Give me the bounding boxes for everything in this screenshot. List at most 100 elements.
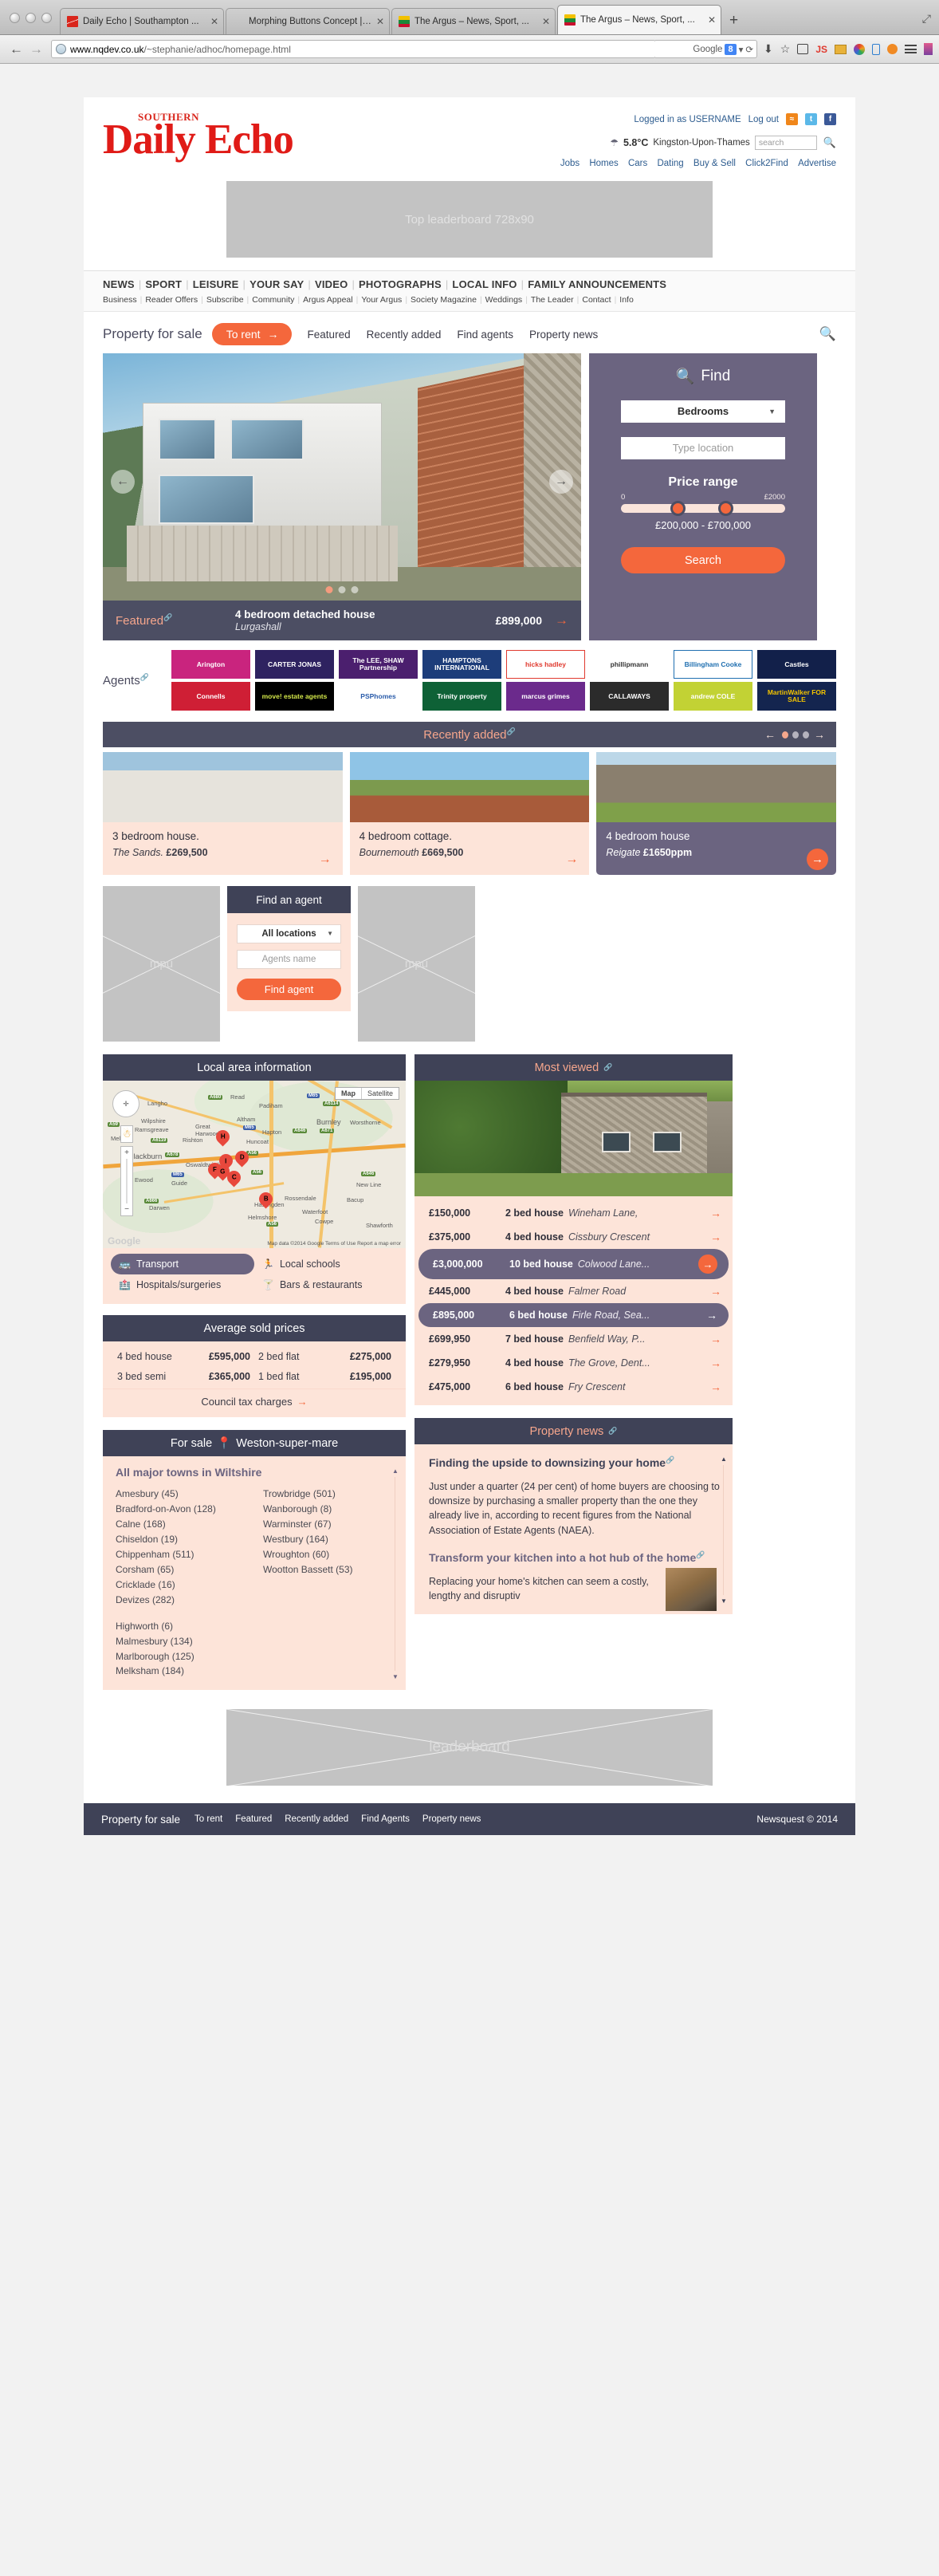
property-card[interactable]: 3 bedroom house. The Sands. £269,500 → [103, 752, 343, 875]
town-link[interactable]: Cricklade (16) [116, 1578, 246, 1593]
quicklink-click2find[interactable]: Click2Find [745, 159, 788, 168]
reload-icon[interactable]: ⟳ [745, 44, 753, 55]
footer-link-recently-added[interactable]: Recently added [285, 1814, 348, 1824]
local-area-tab-schools[interactable]: 🏃 Local schools [254, 1254, 398, 1274]
nav-sport[interactable]: SPORT [145, 278, 182, 290]
search-icon[interactable]: 🔍 [819, 326, 836, 342]
subnav-community[interactable]: Community [252, 295, 294, 305]
scroll-down-icon[interactable]: ▼ [720, 1597, 728, 1605]
footer-link-to-rent[interactable]: To rent [194, 1814, 222, 1824]
agent-logo[interactable]: CALLAWAYS [590, 682, 669, 711]
close-tab-icon[interactable]: ✕ [708, 15, 716, 25]
featured-property-caption[interactable]: Featured🔗 4 bedroom detached house Lurga… [103, 601, 581, 640]
quicklink-buysell[interactable]: Buy & Sell [693, 159, 736, 168]
news-article-1-title[interactable]: Finding the upside to downsizing your ho… [429, 1455, 720, 1470]
footer-link-property-news[interactable]: Property news [422, 1814, 481, 1824]
forward-button[interactable]: → [26, 41, 46, 57]
property-card-highlighted[interactable]: 4 bedroom house Reigate £1650ppm → [596, 752, 837, 875]
subnav-your-argus[interactable]: Your Argus [361, 295, 402, 305]
browser-tab-2[interactable]: Morphing Buttons Concept | D... ✕ [226, 8, 390, 34]
most-viewed-image[interactable] [414, 1081, 733, 1196]
bottom-leaderboard-ad[interactable]: leaderboard [226, 1709, 713, 1786]
new-tab-button[interactable]: + [723, 12, 746, 34]
bedrooms-select[interactable]: Bedrooms ▼ [621, 400, 785, 423]
footer-title[interactable]: Property for sale [101, 1814, 180, 1826]
agent-logo[interactable]: move! estate agents [255, 682, 334, 711]
town-link[interactable]: Malmesbury (134) [116, 1634, 246, 1649]
nav-family-announcements[interactable]: FAMILY ANNOUNCEMENTS [528, 278, 666, 290]
agent-logo[interactable]: Connells [171, 682, 250, 711]
mpu-ad-left[interactable]: mpu [103, 886, 220, 1042]
subnav-argus-appeal[interactable]: Argus Appeal [303, 295, 352, 305]
reader-icon[interactable] [797, 44, 809, 54]
carousel-dot-2[interactable] [338, 586, 346, 593]
agent-logo[interactable]: MartinWalker FOR SALE [757, 682, 836, 711]
subnav-contact[interactable]: Contact [582, 295, 611, 305]
towns-scrollbar[interactable]: ▲ ▼ [391, 1467, 399, 1680]
masthead[interactable]: SOUTHERN Daily Echo [103, 112, 533, 168]
news-article-2-title[interactable]: Transform your kitchen into a hot hub of… [429, 1550, 720, 1565]
most-viewed-item[interactable]: £475,000 6 bed house Fry Crescent → [414, 1375, 733, 1399]
arrow-right-icon[interactable]: → [710, 1381, 721, 1393]
map-type-satellite[interactable]: Satellite [362, 1088, 399, 1099]
most-viewed-item[interactable]: £445,000 4 bed house Falmer Road → [414, 1279, 733, 1303]
town-link[interactable]: Melksham (184) [116, 1664, 246, 1679]
footer-link-featured[interactable]: Featured [235, 1814, 272, 1824]
subnav-business[interactable]: Business [103, 295, 137, 305]
nav-your-say[interactable]: YOUR SAY [249, 278, 304, 290]
most-viewed-item[interactable]: £375,000 4 bed house Cissbury Crescent → [414, 1225, 733, 1249]
town-link[interactable]: Marlborough (125) [116, 1649, 246, 1664]
arrow-right-icon[interactable]: → [706, 1309, 717, 1321]
slider-knob-max[interactable] [718, 501, 733, 516]
news-scrollbar[interactable]: ▲ ▼ [720, 1455, 728, 1605]
agent-logo[interactable]: Billingham Cooke [674, 650, 752, 679]
arrow-right-icon[interactable]: → [710, 1207, 721, 1219]
footer-link-find-agents[interactable]: Find Agents [361, 1814, 410, 1824]
most-viewed-item[interactable]: £150,000 2 bed house Wineham Lane, → [414, 1201, 733, 1225]
map-type-control[interactable]: Map Satellite [334, 1087, 399, 1100]
pink-extension-icon[interactable] [924, 43, 933, 55]
site-search-input[interactable]: search [754, 136, 817, 150]
arrow-right-circle-icon[interactable]: → [698, 1255, 717, 1274]
close-tab-icon[interactable]: ✕ [542, 17, 550, 26]
scroll-down-icon[interactable]: ▼ [391, 1673, 399, 1680]
maximize-window-button[interactable] [41, 13, 52, 23]
town-link[interactable]: Wanborough (8) [263, 1502, 393, 1517]
scrollbar-track[interactable] [723, 1465, 724, 1596]
property-card[interactable]: 4 bedroom cottage. Bournemouth £669,500 … [349, 752, 590, 875]
scroll-up-icon[interactable]: ▲ [391, 1467, 399, 1475]
javascript-icon[interactable]: JS [815, 44, 827, 55]
agent-logo[interactable]: andrew COLE [674, 682, 752, 711]
agent-logo[interactable]: The LEE, SHAW Partnership [339, 650, 418, 679]
carousel-prev-button[interactable]: ← [111, 470, 135, 494]
agent-logo[interactable]: hicks hadley [506, 650, 585, 679]
search-icon[interactable]: 🔍 [823, 136, 836, 149]
subnav-reader-offers[interactable]: Reader Offers [145, 295, 198, 305]
orange-extension-icon[interactable] [887, 44, 898, 54]
slider-track[interactable] [621, 501, 785, 516]
carousel-dot-1[interactable] [325, 586, 333, 593]
featured-go-arrow-icon[interactable]: → [555, 612, 568, 628]
most-viewed-item-highlighted[interactable]: £895,000 6 bed house Firle Road, Sea... … [418, 1303, 729, 1327]
facebook-icon[interactable]: f [824, 113, 836, 125]
browser-tab-4-active[interactable]: The Argus – News, Sport, ... ✕ [557, 5, 721, 34]
restore-window-icon[interactable]: ⤢ [922, 12, 931, 26]
map-type-map[interactable]: Map [336, 1088, 362, 1099]
close-tab-icon[interactable]: ✕ [376, 17, 384, 26]
dot-1[interactable] [782, 731, 788, 739]
agent-logo[interactable]: phillipmann [590, 650, 669, 679]
quicklink-dating[interactable]: Dating [657, 159, 683, 168]
chart-extension-icon[interactable] [835, 44, 847, 54]
arrow-right-icon[interactable]: → [319, 853, 332, 867]
tab-find-agents[interactable]: Find agents [457, 329, 513, 341]
dot-3[interactable] [803, 731, 809, 739]
zoom-slider[interactable] [121, 1159, 132, 1203]
nav-local-info[interactable]: LOCAL INFO [452, 278, 517, 290]
address-bar[interactable]: www.nqdev.co.uk/~stephanie/adhoc/homepag… [51, 40, 657, 58]
logout-link[interactable]: Log out [748, 115, 779, 124]
agent-name-input[interactable]: Agents name [237, 950, 341, 969]
subnav-weddings[interactable]: Weddings [485, 295, 523, 305]
town-link[interactable]: Wroughton (60) [263, 1547, 393, 1562]
town-link[interactable]: Amesbury (45) [116, 1487, 246, 1502]
quicklink-advertise[interactable]: Advertise [798, 159, 836, 168]
